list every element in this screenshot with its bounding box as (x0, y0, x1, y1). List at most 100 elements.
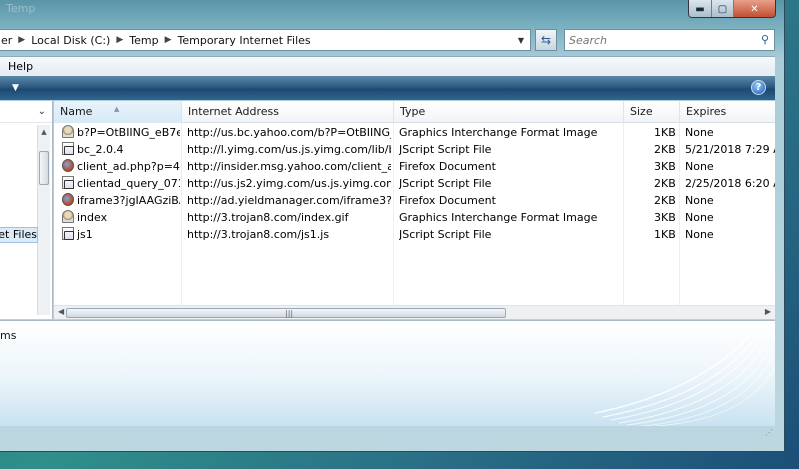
size-cell: 1KB (654, 126, 676, 139)
address-dropdown-icon[interactable]: ▼ (514, 33, 528, 47)
type-cell: JScript Script File (399, 177, 492, 190)
explorer-window: Temp ▬ ▢ ✕ er ▶ Local Disk (C:) ▶ Temp ▶… (0, 0, 785, 452)
js-icon (62, 227, 74, 240)
column-header-internet-address[interactable]: Internet Address (182, 101, 394, 123)
size-cell: 3KB (654, 160, 676, 173)
menu-item-help[interactable]: Help (0, 60, 41, 73)
refresh-icon: ⇆ (540, 33, 552, 47)
close-button[interactable]: ✕ (733, 0, 775, 17)
type-cell: Graphics Interchange Format Image (399, 126, 598, 139)
internet-address-cell: http://3.trojan8.com/index.gif (187, 211, 349, 224)
chevron-down-icon[interactable]: ⌄ (38, 106, 46, 117)
breadcrumb-temp[interactable]: Temp (129, 34, 158, 47)
file-name-cell: clientad_query_071... (62, 175, 180, 192)
firefox-icon (62, 159, 74, 172)
type-cell: Graphics Interchange Format Image (399, 211, 598, 224)
type-cell: Firefox Document (399, 160, 496, 173)
scroll-right-icon[interactable]: ▶ (765, 307, 771, 316)
breadcrumb-local-disk[interactable]: Local Disk (C:) (31, 34, 110, 47)
expires-cell: None (685, 126, 714, 139)
size-cell: 3KB (654, 211, 676, 224)
gif-icon (62, 125, 74, 138)
expires-cell: 2/25/2018 6:20 AM (685, 177, 775, 190)
nav-scrollbar[interactable]: ▲ (37, 125, 50, 315)
table-row[interactable]: iframe3?jgIAAGziBA... http://ad.yieldman… (54, 192, 775, 209)
gif-icon (62, 210, 74, 223)
file-name-cell: iframe3?jgIAAGziBA... (62, 192, 180, 209)
search-icon[interactable]: ⚲ (761, 33, 769, 46)
type-cell: JScript Script File (399, 228, 492, 241)
minimize-button[interactable]: ▬ (689, 0, 711, 17)
file-name: b?P=OtBIING_eB7e... (77, 126, 180, 139)
breadcrumb-partial: er (1, 33, 13, 47)
internet-address-cell: http://l.yimg.com/us.js.yimg.com/lib/bc.… (187, 143, 391, 156)
column-header-name[interactable]: ▲ Name (54, 101, 182, 123)
scroll-up-icon[interactable]: ▲ (38, 125, 50, 139)
column-header-expires[interactable]: Expires (680, 101, 775, 123)
details-item-count: ms (0, 329, 17, 342)
decorative-swoosh-icon (594, 330, 775, 426)
nav-pane-header[interactable]: ⌄ (0, 101, 52, 123)
file-name: iframe3?jgIAAGziBA... (77, 194, 180, 207)
js-icon (62, 176, 74, 189)
file-name: bc_2.0.4 (77, 143, 124, 156)
file-name-cell: index (62, 209, 180, 226)
size-cell: 1KB (654, 228, 676, 241)
menu-bar: Help (0, 56, 775, 76)
window-title: Temp (6, 2, 36, 15)
internet-address-cell: http://us.js2.yimg.com/us.js.yimg.com/li… (187, 177, 391, 190)
chevron-right-icon[interactable]: ▶ (116, 35, 123, 45)
internet-address-cell: http://insider.msg.yahoo.com/client_ad..… (187, 160, 391, 173)
column-header-type[interactable]: Type (394, 101, 624, 123)
file-list: ▲ Name Internet Address Type Size Expire… (54, 101, 775, 319)
resize-grip-icon[interactable]: ⋰ (765, 428, 774, 437)
table-row[interactable]: b?P=OtBIING_eB7e... http://us.bc.yahoo.c… (54, 124, 775, 141)
type-cell: Firefox Document (399, 194, 496, 207)
type-cell: JScript Script File (399, 143, 492, 156)
table-row[interactable]: bc_2.0.4 http://l.yimg.com/us.js.yimg.co… (54, 141, 775, 158)
internet-address-cell: http://ad.yieldmanager.com/iframe3?jgI..… (187, 194, 391, 207)
file-name-cell: js1 (62, 226, 180, 243)
horizontal-scrollbar[interactable]: ◀ ||| ▶ (54, 305, 775, 319)
table-row[interactable]: index http://3.trojan8.com/index.gif Gra… (54, 209, 775, 226)
details-pane: ms (0, 320, 775, 426)
chevron-down-icon[interactable]: ▼ (12, 83, 19, 93)
table-row[interactable]: js1 http://3.trojan8.com/js1.js JScript … (54, 226, 775, 243)
file-name-cell: client_ad.php?p=40... (62, 158, 180, 175)
breadcrumb-temporary-internet-files[interactable]: Temporary Internet Files (178, 34, 311, 47)
expires-cell: None (685, 160, 714, 173)
size-cell: 2KB (654, 177, 676, 190)
refresh-button[interactable]: ⇆ (535, 29, 557, 51)
nav-item-temporary-internet-files[interactable]: Temporary Internet Files (0, 227, 38, 243)
expires-cell: None (685, 211, 714, 224)
table-row[interactable]: client_ad.php?p=40... http://insider.msg… (54, 158, 775, 175)
file-name: js1 (77, 228, 93, 241)
file-name-cell: bc_2.0.4 (62, 141, 180, 158)
search-field[interactable]: ⚲ (564, 29, 775, 51)
window-controls: ▬ ▢ ✕ (688, 0, 776, 18)
maximize-button[interactable]: ▢ (711, 0, 733, 17)
file-name-cell: b?P=OtBIING_eB7e... (62, 124, 180, 141)
scroll-left-icon[interactable]: ◀ (58, 307, 64, 316)
file-name: client_ad.php?p=40... (77, 160, 180, 173)
table-row[interactable]: clientad_query_071... http://us.js2.yimg… (54, 175, 775, 192)
horizontal-scroll-thumb[interactable]: ||| (66, 308, 506, 318)
file-name: index (77, 211, 108, 224)
column-header-size[interactable]: Size (624, 101, 680, 123)
chevron-right-icon[interactable]: ▶ (165, 35, 172, 45)
navigation-pane: ⌄ ▲ Temporary Internet Files (0, 101, 53, 319)
help-icon[interactable]: ? (751, 80, 766, 95)
expires-cell: None (685, 228, 714, 241)
js-icon (62, 142, 74, 155)
command-bar: ▼ ? (0, 76, 775, 100)
search-input[interactable] (569, 33, 749, 47)
internet-address-cell: http://3.trojan8.com/js1.js (187, 228, 330, 241)
address-bar[interactable]: er ▶ Local Disk (C:) ▶ Temp ▶ Temporary … (0, 29, 531, 51)
firefox-icon (62, 193, 74, 206)
column-header-row: ▲ Name Internet Address Type Size Expire… (54, 101, 775, 123)
chevron-right-icon[interactable]: ▶ (18, 35, 25, 45)
column-header-label: Name (60, 105, 93, 118)
internet-address-cell: http://us.bc.yahoo.com/b?P=OtBIING_e... (187, 126, 391, 139)
grip-icon: ||| (285, 309, 294, 318)
nav-scroll-thumb[interactable] (39, 151, 49, 185)
